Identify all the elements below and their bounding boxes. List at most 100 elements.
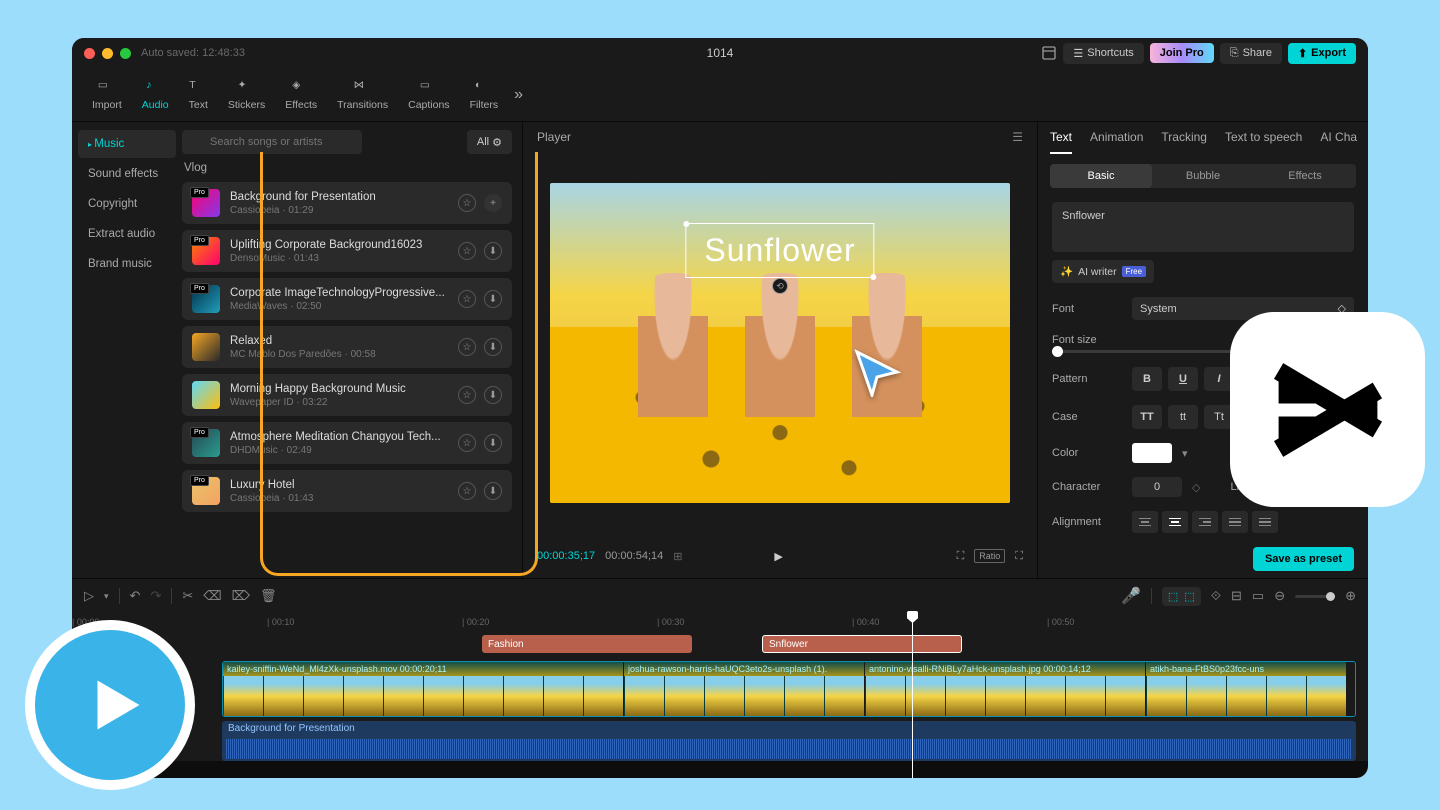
- download-icon[interactable]: ⬇: [484, 338, 502, 356]
- video-preview-area[interactable]: Sunflower ⟲: [523, 152, 1037, 534]
- subtab-bubble[interactable]: Bubble: [1152, 164, 1254, 188]
- tool-filters[interactable]: ◐Filters: [460, 79, 509, 111]
- subtab-basic[interactable]: Basic: [1050, 164, 1152, 188]
- text-overlay[interactable]: Sunflower: [685, 223, 874, 278]
- favorite-icon[interactable]: ☆: [458, 482, 476, 500]
- favorite-icon[interactable]: ☆: [458, 194, 476, 212]
- category-copyright[interactable]: Copyright: [78, 190, 176, 218]
- align-middle-button[interactable]: [1252, 511, 1278, 533]
- layout-icon[interactable]: [1041, 45, 1057, 61]
- magnet-left-icon[interactable]: ⬚: [1168, 590, 1178, 603]
- text-content-input[interactable]: Snflower: [1052, 202, 1354, 252]
- save-preset-button[interactable]: Save as preset: [1253, 547, 1354, 571]
- fullscreen-icon[interactable]: ⛶: [1015, 550, 1023, 563]
- song-item[interactable]: Pro Corporate ImageTechnologyProgressive…: [182, 278, 512, 320]
- shortcuts-button[interactable]: ☰ Shortcuts: [1063, 43, 1143, 64]
- song-item[interactable]: Morning Happy Background MusicWavepaper …: [182, 374, 512, 416]
- player-menu-icon[interactable]: ☰: [1012, 130, 1023, 144]
- add-icon[interactable]: +: [484, 194, 502, 212]
- tool-effects[interactable]: ◈Effects: [275, 79, 327, 111]
- video-clip[interactable]: atikh-bana-FtBS0p23fcc-uns: [1146, 662, 1346, 716]
- tool-transitions[interactable]: ⋈Transitions: [327, 79, 398, 111]
- join-pro-button[interactable]: Join Pro: [1150, 43, 1214, 63]
- tab-text[interactable]: Text: [1050, 130, 1072, 154]
- tool-more-icon[interactable]: »: [508, 86, 529, 104]
- case-lower-button[interactable]: tt: [1168, 405, 1198, 429]
- download-icon[interactable]: ⬇: [484, 242, 502, 260]
- minimize-window[interactable]: [102, 48, 113, 59]
- video-clip[interactable]: joshua-rawson-harris-haUQC3eto2s-unsplas…: [624, 662, 864, 716]
- search-input[interactable]: [182, 130, 362, 154]
- align-top-button[interactable]: [1222, 511, 1248, 533]
- chevron-down-icon[interactable]: ▾: [104, 591, 109, 602]
- tool-captions[interactable]: ▭Captions: [398, 79, 459, 111]
- rotate-handle-icon[interactable]: ⟲: [772, 278, 788, 294]
- zoom-slider[interactable]: [1295, 595, 1335, 598]
- tool-stickers[interactable]: ✦Stickers: [218, 79, 275, 111]
- align-center-button[interactable]: [1162, 511, 1188, 533]
- video-clip[interactable]: antonino-visalli-RNiBLy7aHck-unsplash.jp…: [865, 662, 1145, 716]
- timeline-ruler[interactable]: | 00:00| 00:10| 00:20| 00:30| 00:40| 00:…: [72, 613, 1368, 633]
- tab-ai-cha[interactable]: AI Cha: [1320, 130, 1357, 154]
- ai-writer-button[interactable]: ✨ AI writerFree: [1052, 260, 1154, 283]
- download-icon[interactable]: ⬇: [484, 482, 502, 500]
- text-clip[interactable]: Fashion: [482, 635, 692, 653]
- download-icon[interactable]: ⬇: [484, 386, 502, 404]
- tab-animation[interactable]: Animation: [1090, 130, 1143, 154]
- pointer-tool-icon[interactable]: ▷: [84, 588, 94, 604]
- filter-button[interactable]: All ⚙: [467, 130, 512, 154]
- play-button[interactable]: ▶: [774, 550, 782, 563]
- category-extract-audio[interactable]: Extract audio: [78, 220, 176, 248]
- song-item[interactable]: Pro Luxury HotelCassiopeia · 01:43 ☆⬇: [182, 470, 512, 512]
- share-button[interactable]: ⎘ Share: [1220, 43, 1282, 64]
- favorite-icon[interactable]: ☆: [458, 386, 476, 404]
- align-left-button[interactable]: [1132, 511, 1158, 533]
- tool-audio[interactable]: ♪Audio: [132, 79, 179, 111]
- case-upper-button[interactable]: TT: [1132, 405, 1162, 429]
- video-track[interactable]: er kailey-sniffin-WeNd_Ml4zXk-unsplash.m…: [222, 661, 1356, 717]
- preview-icon[interactable]: ▭: [1252, 588, 1264, 604]
- song-item[interactable]: Pro Uplifting Corporate Background16023D…: [182, 230, 512, 272]
- link-icon[interactable]: ⟐: [1211, 588, 1221, 604]
- song-item[interactable]: Pro Atmosphere Meditation Changyou Tech.…: [182, 422, 512, 464]
- song-item[interactable]: Pro Background for PresentationCassiopei…: [182, 182, 512, 224]
- song-item[interactable]: RelaxedMC Mablo Dos Paredões · 00:58 ☆⬇: [182, 326, 512, 368]
- redo-icon[interactable]: ↷: [150, 588, 161, 604]
- download-icon[interactable]: ⬇: [484, 290, 502, 308]
- video-clip[interactable]: kailey-sniffin-WeNd_Ml4zXk-unsplash.mov …: [223, 662, 623, 716]
- subtab-effects[interactable]: Effects: [1254, 164, 1356, 188]
- favorite-icon[interactable]: ☆: [458, 434, 476, 452]
- zoom-in-icon[interactable]: ⊕: [1345, 588, 1356, 604]
- undo-icon[interactable]: ↶: [130, 588, 141, 604]
- category-sound-effects[interactable]: Sound effects: [78, 160, 176, 188]
- download-icon[interactable]: ⬇: [484, 434, 502, 452]
- magnet-icon[interactable]: ⬚: [1184, 590, 1194, 603]
- text-track[interactable]: Fashion Snflower: [222, 633, 1356, 655]
- align-right-button[interactable]: [1192, 511, 1218, 533]
- trash-icon[interactable]: 🗑: [260, 588, 277, 604]
- tab-text-to-speech[interactable]: Text to speech: [1225, 130, 1302, 154]
- expand-icon[interactable]: ⛶: [957, 550, 965, 563]
- close-window[interactable]: [84, 48, 95, 59]
- category-brand-music[interactable]: Brand music: [78, 250, 176, 278]
- grid-icon[interactable]: ⊞: [673, 550, 682, 563]
- favorite-icon[interactable]: ☆: [458, 242, 476, 260]
- maximize-window[interactable]: [120, 48, 131, 59]
- microphone-icon[interactable]: 🎤: [1121, 586, 1141, 606]
- delete-right-icon[interactable]: ⌦: [232, 588, 250, 604]
- color-picker[interactable]: [1132, 443, 1172, 463]
- playhead[interactable]: [912, 613, 913, 778]
- tool-text[interactable]: TText: [179, 79, 218, 111]
- character-spacing-input[interactable]: [1132, 477, 1182, 497]
- align-icon[interactable]: ⊟: [1231, 588, 1242, 604]
- ratio-button[interactable]: Ratio: [974, 549, 1005, 563]
- delete-left-icon[interactable]: ⌫: [203, 588, 221, 604]
- text-clip[interactable]: Snflower: [762, 635, 962, 653]
- favorite-icon[interactable]: ☆: [458, 338, 476, 356]
- bold-button[interactable]: B: [1132, 367, 1162, 391]
- zoom-out-icon[interactable]: ⊖: [1274, 588, 1285, 604]
- tab-tracking[interactable]: Tracking: [1161, 130, 1207, 154]
- underline-button[interactable]: U: [1168, 367, 1198, 391]
- export-button[interactable]: ⬆ Export: [1288, 43, 1356, 64]
- category-music[interactable]: Music: [78, 130, 176, 158]
